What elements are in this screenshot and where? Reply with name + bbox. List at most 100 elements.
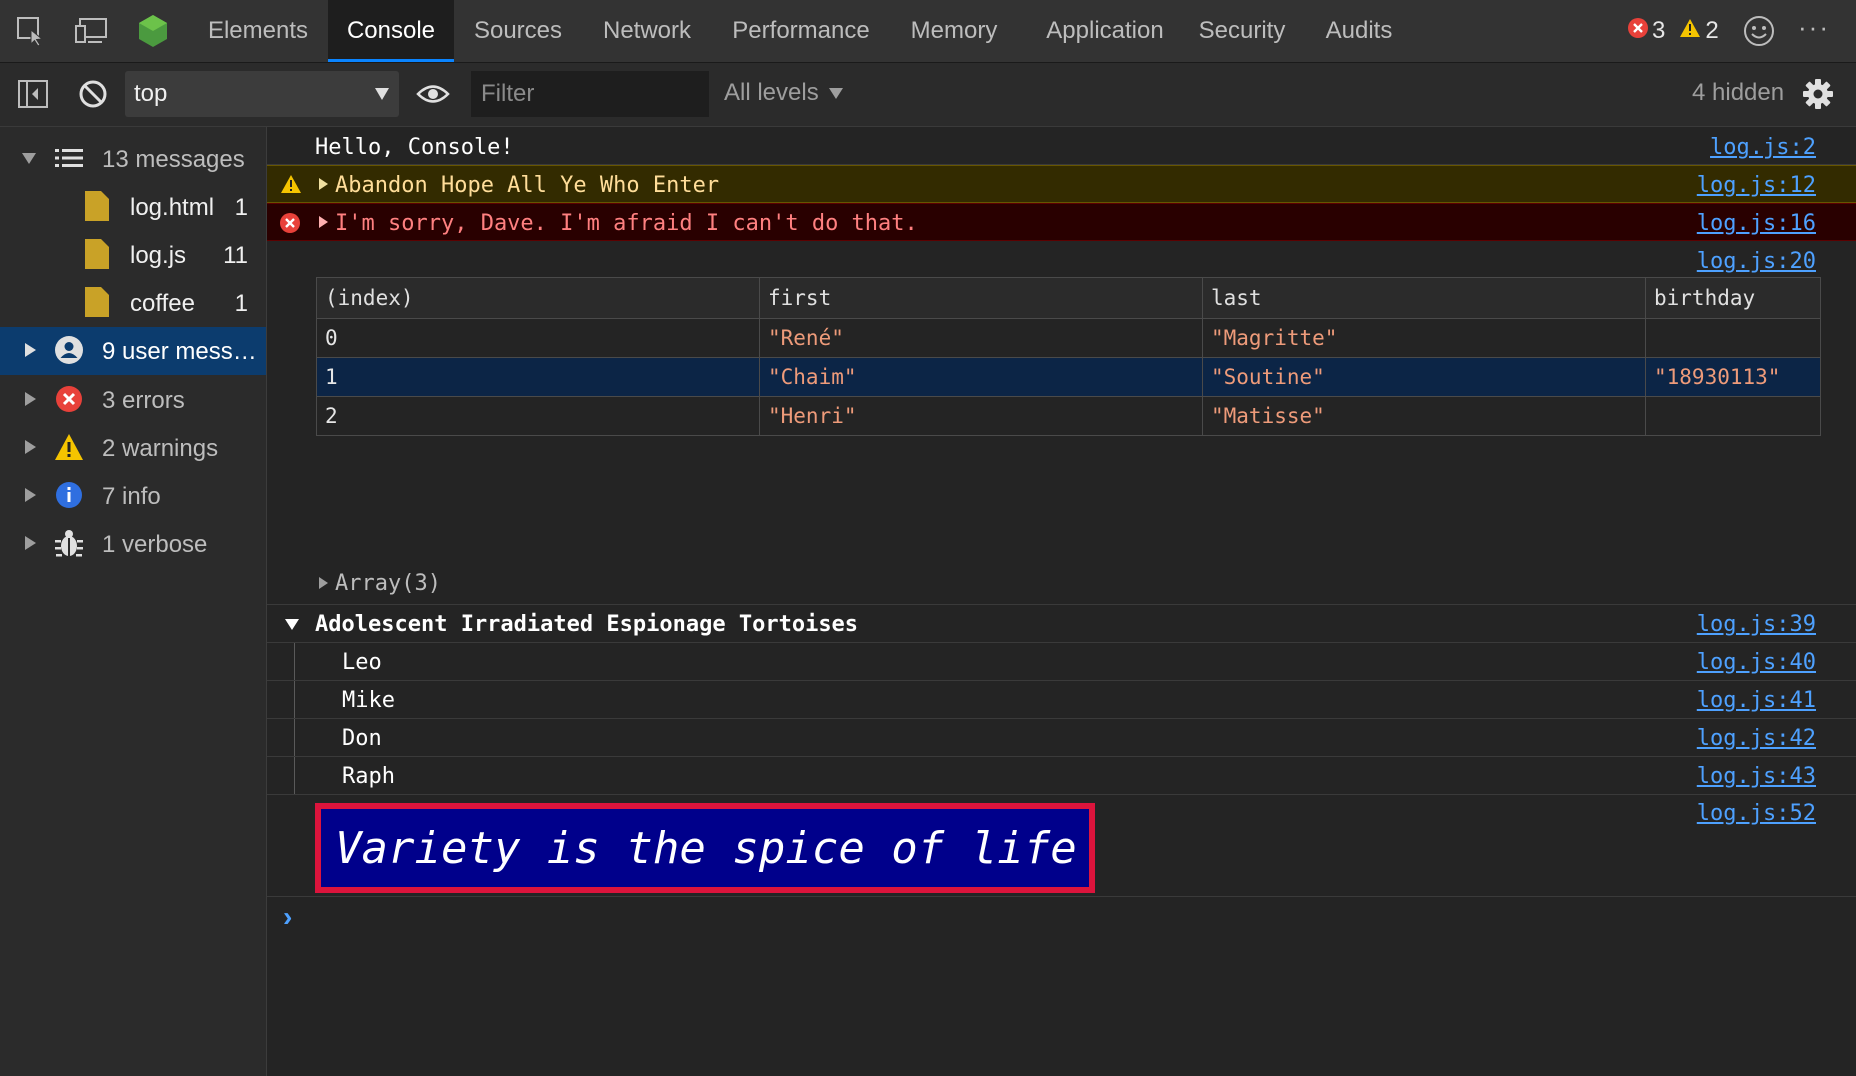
log-levels-dropdown[interactable]: All levels <box>724 79 843 107</box>
table-cell: 0 <box>316 318 760 358</box>
warning-count: 2 <box>1705 17 1719 44</box>
console-message-error: I'm sorry, Dave. I'm afraid I can't do t… <box>267 203 1856 241</box>
more-options-icon[interactable]: ··· <box>1798 12 1830 43</box>
table-header[interactable]: last <box>1202 277 1646 319</box>
source-link[interactable]: log.js:42 <box>1697 726 1816 751</box>
chevron-down-icon <box>375 88 389 100</box>
file-icon <box>80 191 114 221</box>
expand-arrow-icon[interactable] <box>319 577 328 589</box>
sidebar-item-label: 9 user mess… <box>102 338 257 365</box>
source-link[interactable]: log.js:52 <box>1697 801 1816 826</box>
sidebar-item-label: coffee <box>130 290 195 317</box>
console-message-styled: log.js:52 Variety is the spice of life <box>267 795 1856 897</box>
source-link[interactable]: log.js:39 <box>1697 612 1816 637</box>
table-cell: "Magritte" <box>1202 318 1646 358</box>
source-link[interactable]: log.js:20 <box>1697 249 1816 274</box>
chevron-down-icon <box>828 87 843 99</box>
message-text: I'm sorry, Dave. I'm afraid I can't do t… <box>335 211 918 236</box>
sidebar-item-label: 1 verbose <box>102 531 208 558</box>
expanded-arrow-icon[interactable] <box>285 619 299 630</box>
expanded-arrow-icon[interactable] <box>22 153 36 164</box>
context-selector[interactable]: top <box>125 71 399 117</box>
message-text: Mike <box>342 688 395 713</box>
sidebar-item-warnings[interactable]: 2 warnings <box>0 424 266 470</box>
source-link[interactable]: log.js:16 <box>1697 211 1816 236</box>
table-cell: "Soutine" <box>1202 357 1646 397</box>
error-icon <box>280 213 300 238</box>
context-value: top <box>134 80 168 107</box>
console-message-log: Mike log.js:41 <box>267 681 1856 719</box>
info-icon <box>52 480 86 510</box>
settings-gear-icon[interactable] <box>1801 77 1835 111</box>
sidebar-item-count: 1 <box>234 290 248 317</box>
table-row[interactable]: 2 "Henri" "Matisse" <box>316 396 1821 436</box>
warning-icon <box>52 432 86 462</box>
console-message-log: Raph log.js:43 <box>267 757 1856 795</box>
device-toolbar-icon[interactable] <box>74 14 108 48</box>
live-expression-eye-icon[interactable] <box>416 77 450 111</box>
table-header[interactable]: birthday <box>1645 277 1821 319</box>
tab-console[interactable]: Console <box>328 0 454 62</box>
tab-elements[interactable]: Elements <box>190 0 326 62</box>
sidebar-item-label: 3 errors <box>102 387 185 414</box>
console-message-table: log.js:20 (index) first last birthday 0 … <box>267 241 1856 605</box>
clear-console-icon[interactable] <box>76 77 110 111</box>
console-message-log: Don log.js:42 <box>267 719 1856 757</box>
array-label[interactable]: Array(3) <box>335 571 441 596</box>
collapsed-arrow-icon[interactable] <box>25 392 36 406</box>
console-message-log: Leo log.js:40 <box>267 643 1856 681</box>
console-table: (index) first last birthday 0 "René" "Ma… <box>316 277 1821 436</box>
error-icon <box>1628 17 1648 45</box>
message-text: Hello, Console! <box>315 135 514 160</box>
tab-memory[interactable]: Memory <box>898 0 1010 62</box>
sidebar-item-coffee[interactable]: coffee 1 <box>0 279 266 325</box>
table-cell: 2 <box>316 396 760 436</box>
source-link[interactable]: log.js:2 <box>1710 135 1816 160</box>
hidden-count: 4 hidden <box>1692 79 1785 106</box>
source-link[interactable]: log.js:43 <box>1697 764 1816 789</box>
sidebar-item-verbose[interactable]: 1 verbose <box>0 520 266 566</box>
sidebar-item-label: log.js <box>130 242 187 269</box>
tab-performance[interactable]: Performance <box>718 0 884 62</box>
console-output: Hello, Console! log.js:2 Abandon Hope Al… <box>267 127 1856 1076</box>
sidebar-item-user-messages[interactable]: 9 user mess… <box>0 327 266 375</box>
collapsed-arrow-icon[interactable] <box>25 536 36 550</box>
message-text: Leo <box>342 650 382 675</box>
table-header[interactable]: first <box>759 277 1203 319</box>
source-link[interactable]: log.js:40 <box>1697 650 1816 675</box>
filter-input[interactable] <box>471 71 709 117</box>
expand-arrow-icon[interactable] <box>319 216 328 228</box>
source-link[interactable]: log.js:12 <box>1697 173 1816 198</box>
error-icon <box>52 384 86 414</box>
issue-counters[interactable]: 3 2 <box>1628 16 1719 46</box>
console-prompt[interactable]: › <box>267 897 1856 1076</box>
tab-application[interactable]: Application <box>1030 0 1180 62</box>
table-row[interactable]: 0 "René" "Magritte" <box>316 318 1821 358</box>
sidebar-item-info[interactable]: 7 info <box>0 472 266 518</box>
source-link[interactable]: log.js:41 <box>1697 688 1816 713</box>
sidebar-item-all-messages[interactable]: 13 messages <box>0 135 266 181</box>
collapsed-arrow-icon[interactable] <box>25 440 36 454</box>
inspect-element-icon[interactable] <box>14 14 48 48</box>
expand-arrow-icon[interactable] <box>319 178 328 190</box>
collapsed-arrow-icon[interactable] <box>25 343 36 357</box>
warning-icon <box>280 174 302 199</box>
sidebar-item-log-html[interactable]: log.html 1 <box>0 183 266 229</box>
table-row[interactable]: 1 "Chaim" "Soutine" "18930113" <box>316 357 1821 397</box>
warning-icon <box>1679 17 1701 45</box>
nodejs-icon[interactable] <box>136 14 170 48</box>
tab-sources[interactable]: Sources <box>458 0 578 62</box>
sidebar-item-log-js[interactable]: log.js 11 <box>0 231 266 277</box>
tab-security[interactable]: Security <box>1192 0 1292 62</box>
tab-audits[interactable]: Audits <box>1316 0 1402 62</box>
collapsed-arrow-icon[interactable] <box>25 488 36 502</box>
table-header[interactable]: (index) <box>316 277 760 319</box>
sidebar-item-errors[interactable]: 3 errors <box>0 376 266 422</box>
message-text: Variety is the spice of life <box>335 823 1077 874</box>
console-group-header[interactable]: Adolescent Irradiated Espionage Tortoise… <box>267 605 1856 643</box>
prompt-chevron-icon: › <box>283 901 293 932</box>
tab-network[interactable]: Network <box>588 0 706 62</box>
sidebar-item-label: 13 messages <box>102 146 245 173</box>
feedback-smiley-icon[interactable] <box>1742 14 1776 48</box>
sidebar-toggle-icon[interactable] <box>16 77 50 111</box>
